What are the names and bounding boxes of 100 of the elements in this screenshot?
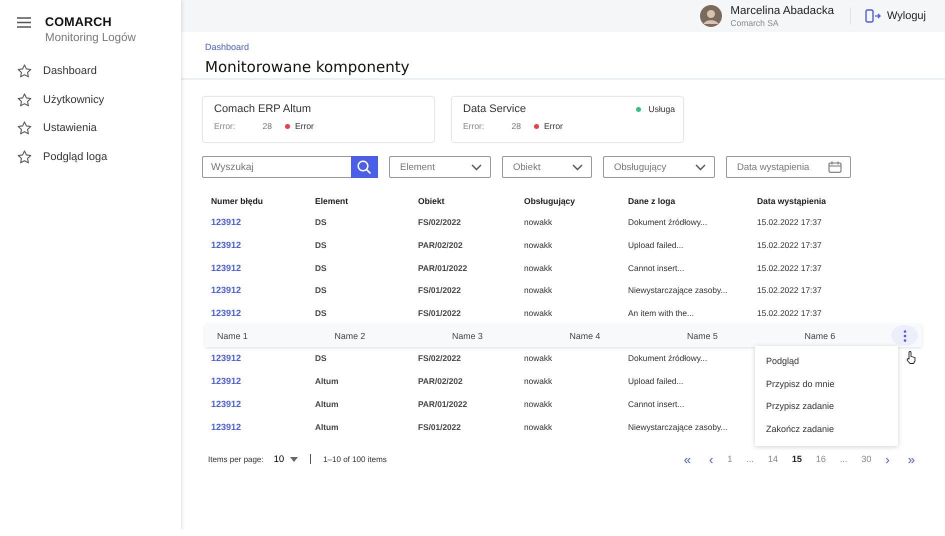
table-cell-text: nowakk — [524, 240, 554, 250]
status-text: Error — [544, 121, 563, 131]
page-title: Monitorowane komponenty — [205, 58, 410, 76]
date-field[interactable]: Data wystąpienia — [726, 156, 851, 178]
service-label: Usługa — [648, 104, 675, 114]
table-cell-text: Cannot insert... — [628, 398, 686, 409]
table-cell: Name 6 — [804, 330, 836, 341]
error-number-link[interactable]: 123912 — [211, 398, 315, 409]
last-page-button[interactable]: » — [900, 452, 922, 467]
table-cell-text: FS/01/2022 — [418, 422, 462, 432]
menu-item[interactable]: Podgląd — [755, 350, 898, 373]
page-ellipsis[interactable]: ... — [832, 454, 854, 464]
table-cell-text: Altum — [315, 376, 340, 386]
calendar-icon — [828, 161, 842, 173]
table-cell-text: DS — [315, 353, 328, 364]
star-icon — [17, 92, 32, 107]
table-cell-text: FS/02/2022 — [418, 217, 462, 228]
error-label: Error: — [214, 121, 236, 131]
table-cell-text: 15.02.2022 17:37 — [757, 308, 823, 318]
error-number-link[interactable]: 123912 — [211, 217, 315, 228]
chevron-icon — [572, 164, 583, 170]
table-cell-text: Cannot insert... — [628, 262, 686, 273]
error-number-link[interactable]: 123912 — [211, 240, 315, 250]
dropdown[interactable]: Obsługujący — [603, 156, 715, 178]
more-options-button[interactable] — [891, 325, 918, 346]
pointer-icon — [906, 351, 917, 364]
brand-logo: COMARCH — [45, 15, 113, 29]
breadcrumb-link[interactable]: Dashboard — [205, 42, 250, 52]
dropdown[interactable]: Obiekt — [502, 156, 592, 178]
table-cell-text: Name 4 — [570, 330, 602, 341]
table-cell-text: Name 2 — [334, 330, 366, 341]
table-cell-text: Dokument źródłowy... — [628, 217, 708, 228]
table-cell-text: DS — [315, 262, 328, 273]
error-number-link[interactable]: 123912 — [211, 285, 315, 296]
logout-icon — [864, 9, 881, 23]
table-cell-text: Name 1 — [217, 330, 249, 341]
table-cell-text: FS/01/2022 — [418, 308, 462, 318]
menu-item[interactable]: Przypisz do mnie — [755, 372, 898, 396]
table-cell-text: nowakk — [524, 308, 554, 318]
nav-item[interactable]: Dashboard — [0, 57, 181, 86]
table-cell-text: Dokument źródłowy... — [628, 353, 708, 364]
nav-item[interactable]: Ustawienia — [0, 114, 181, 142]
table-cell-text: Niewystarczające zasoby... — [628, 285, 728, 296]
table-cell-text: PAR/01/2022 — [418, 262, 468, 273]
error-number-link[interactable]: 123912 — [211, 308, 315, 318]
page-link[interactable]: 30 — [854, 454, 878, 464]
page-ellipsis[interactable]: ... — [739, 454, 761, 464]
nav-item[interactable]: Użytkownicy — [0, 86, 181, 114]
table-cell-text: FS/02/2022 — [418, 353, 462, 364]
menu-icon[interactable] — [17, 17, 31, 28]
table-cell-text: Upload failed... — [628, 240, 684, 250]
first-page-button[interactable]: « — [676, 452, 698, 467]
nav-item[interactable]: Podgląd loga — [0, 142, 181, 171]
table-cell-text: PAR/02/202 — [418, 240, 464, 250]
logout-button[interactable]: Wyloguj — [862, 7, 928, 25]
next-page-button[interactable]: › — [878, 452, 897, 467]
table-cell-text: nowakk — [524, 217, 554, 228]
menu-item[interactable]: Przypisz zadanie — [755, 395, 898, 418]
table-cell-text: Altum — [315, 422, 340, 432]
dropdown[interactable]: Element — [389, 156, 491, 178]
page-link[interactable]: 16 — [808, 454, 833, 464]
component-name: Data Service — [463, 103, 526, 115]
search-button[interactable] — [351, 156, 378, 178]
table-cell-text: Name 5 — [687, 330, 719, 341]
column-header: Data wystąpienia — [757, 196, 827, 206]
search-field[interactable]: Wyszukaj — [202, 156, 351, 178]
table-cell-text: DS — [315, 240, 328, 250]
table-cell-text: nowakk — [524, 422, 554, 432]
table-cell-text: 15.02.2022 17:37 — [757, 217, 823, 228]
table-cell-text: nowakk — [524, 353, 554, 364]
error-count: 28 — [510, 121, 521, 131]
table-cell-text: An item with the... — [628, 308, 695, 318]
table-cell-text: 15.02.2022 17:37 — [757, 285, 823, 296]
error-number-link[interactable]: 123912 — [211, 262, 315, 273]
page-link[interactable]: 15 — [784, 454, 809, 464]
kebab-icon — [902, 330, 906, 342]
error-number-link[interactable]: 123912 — [211, 376, 315, 386]
table-cell-text: 15.02.2022 17:37 — [757, 262, 823, 273]
error-count: 28 — [262, 121, 272, 131]
status-text: Error — [295, 121, 314, 131]
chevron-icon — [471, 164, 482, 170]
star-icon — [17, 64, 32, 78]
column-header: Numer błędu — [211, 196, 264, 206]
table-cell-text: PAR/02/202 — [418, 376, 464, 386]
table-cell-text: nowakk — [524, 262, 554, 273]
app-subtitle: Monitoring Logów — [45, 32, 136, 44]
user-name: Marcelina Abadacka — [730, 4, 834, 18]
star-icon — [17, 150, 32, 164]
table-cell-text: 15.02.2022 17:37 — [757, 240, 823, 250]
menu-item[interactable]: Zakończ zadanie — [755, 418, 898, 440]
table-cell-text: Niewystarczające zasoby... — [628, 422, 728, 432]
prev-page-button[interactable]: ‹ — [702, 452, 720, 467]
table-cell-text: DS — [315, 308, 328, 318]
page-link[interactable]: 14 — [760, 454, 785, 464]
per-page-dropdown[interactable]: 10 — [274, 454, 298, 465]
error-number-link[interactable]: 123912 — [211, 353, 315, 364]
error-number-link[interactable]: 123912 — [211, 422, 315, 432]
page-link[interactable]: 1 — [720, 454, 740, 464]
error-label: Error: — [463, 121, 486, 131]
star-icon — [17, 121, 32, 136]
